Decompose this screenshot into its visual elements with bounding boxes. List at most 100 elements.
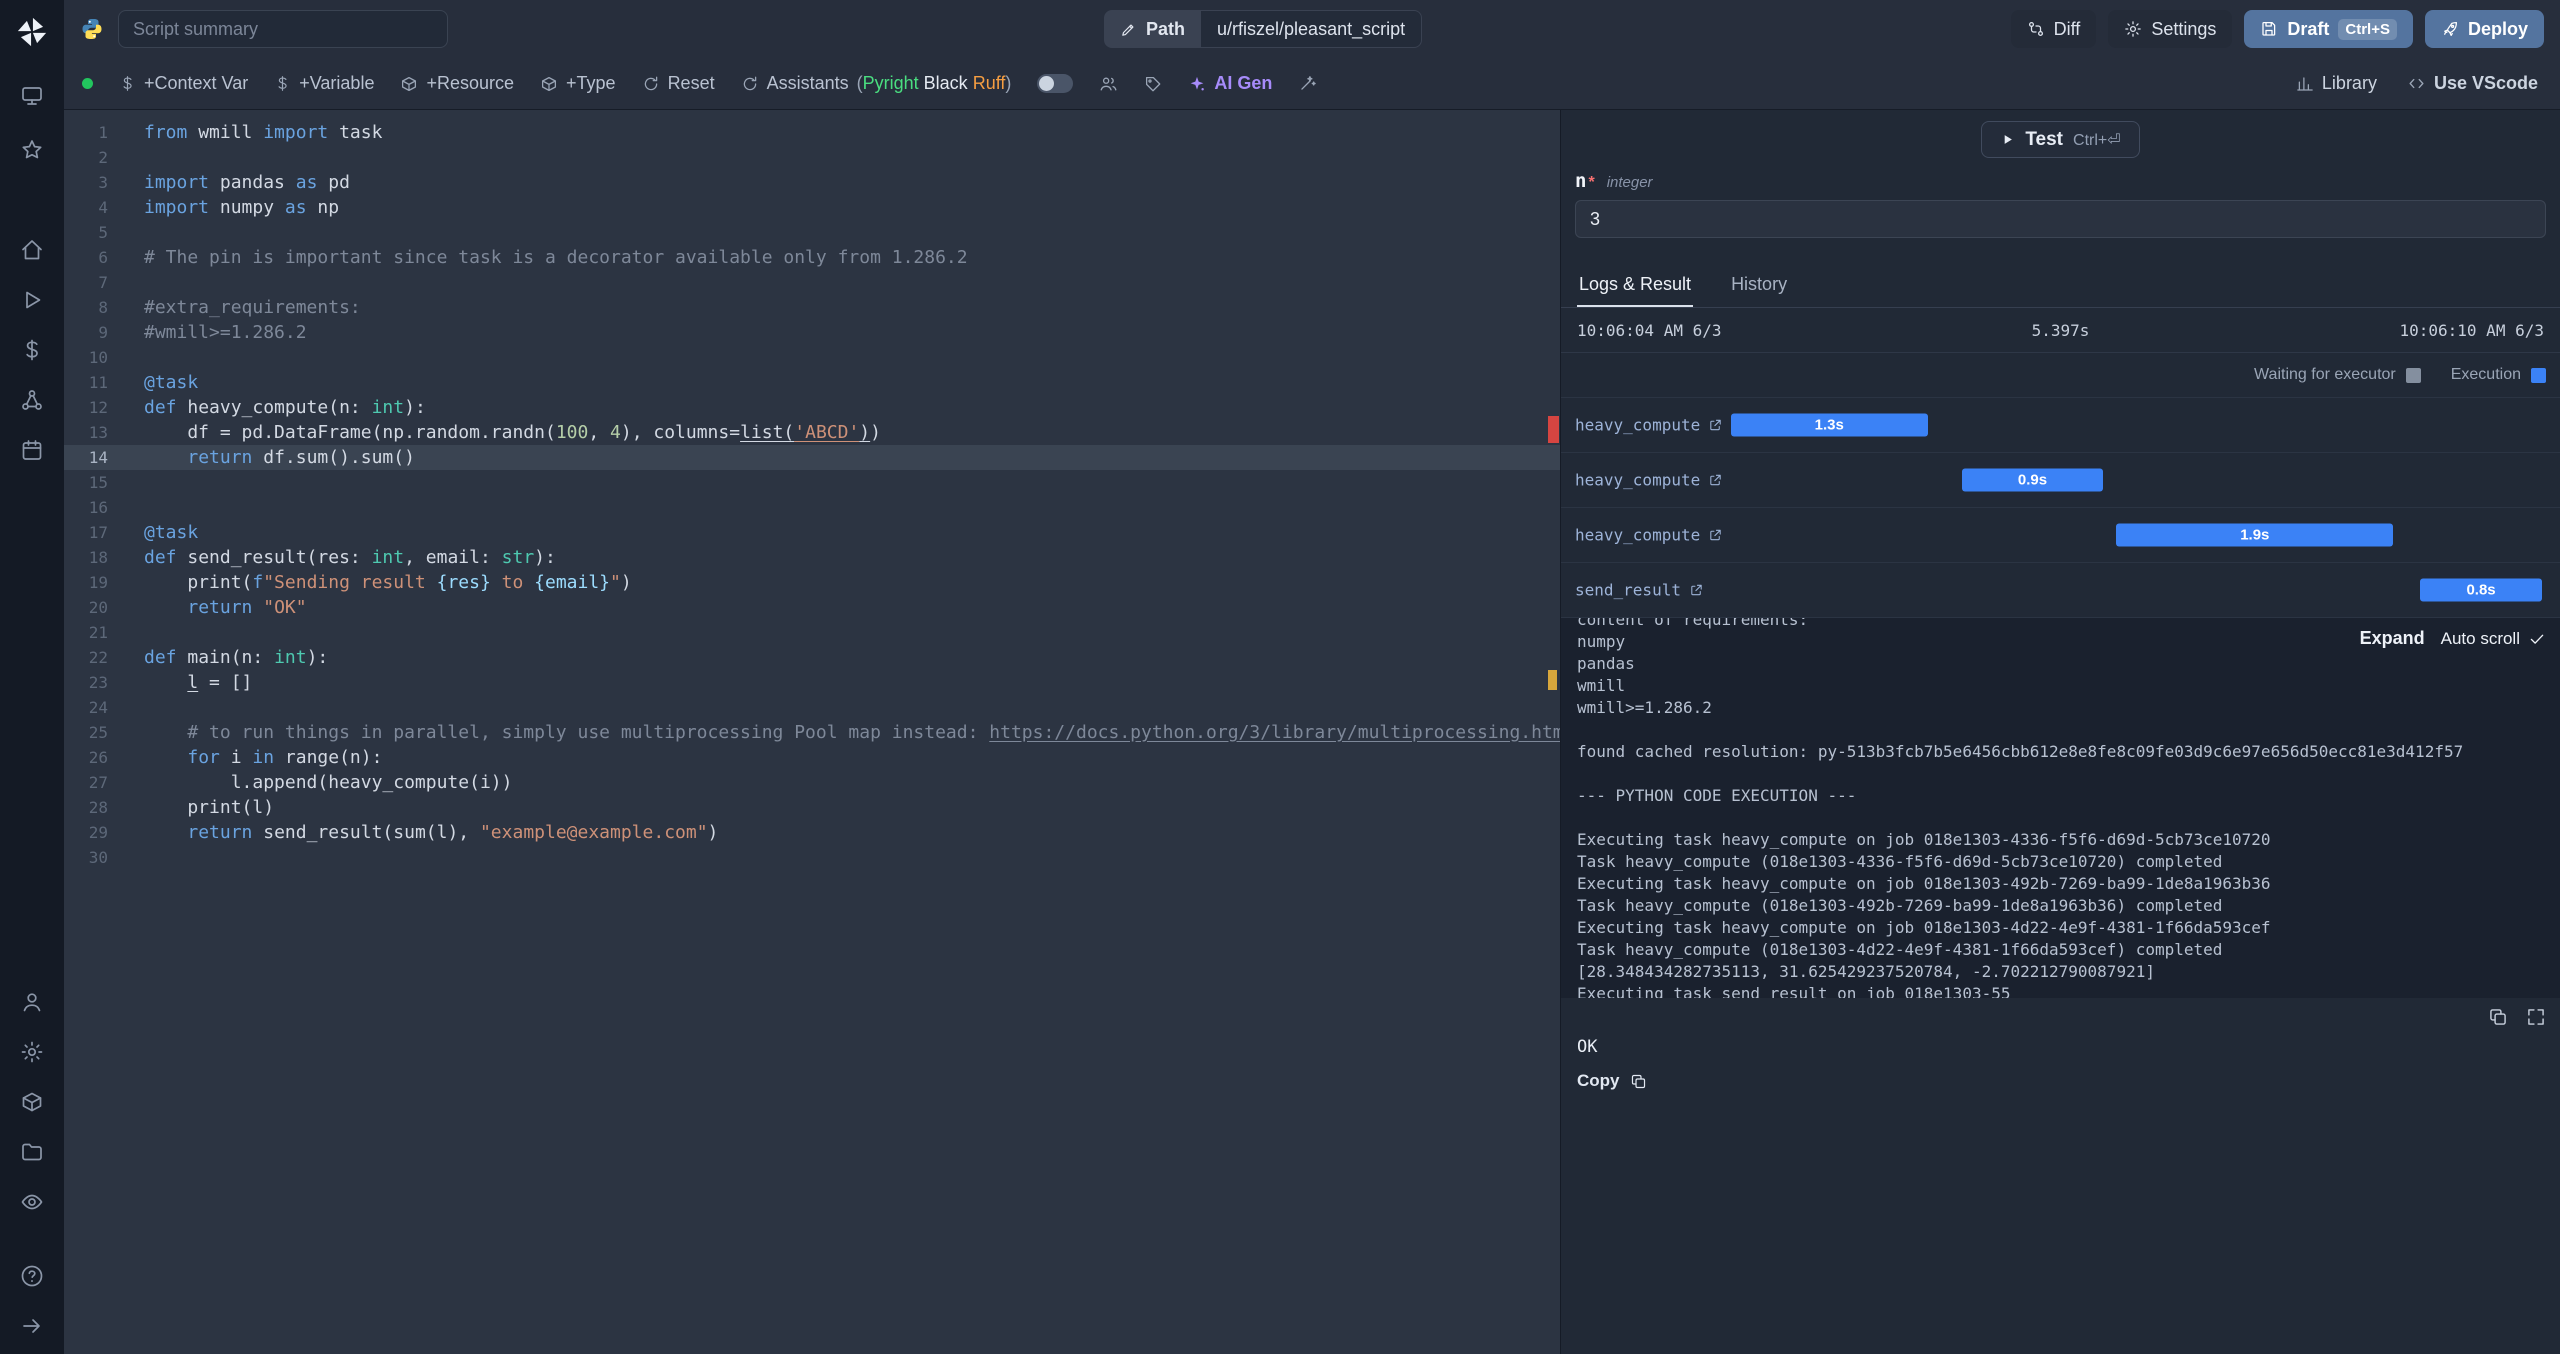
code-line-15[interactable]: 15	[64, 470, 1560, 495]
tab-history[interactable]: History	[1729, 264, 1789, 307]
test-button[interactable]: Test Ctrl+⏎	[1981, 121, 2140, 158]
n-input[interactable]	[1575, 200, 2546, 238]
sidebar-monitor-icon[interactable]	[11, 82, 53, 110]
code-line-26[interactable]: 26 for i in range(n):	[64, 745, 1560, 770]
code-line-10[interactable]: 10	[64, 345, 1560, 370]
fullscreen-icon[interactable]	[2526, 1007, 2546, 1027]
code-line-23[interactable]: 23 l = []	[64, 670, 1560, 695]
gear-icon	[20, 1040, 44, 1064]
code-line-1[interactable]: 1 from wmill import task	[64, 120, 1560, 145]
code-line-3[interactable]: 3 import pandas as pd	[64, 170, 1560, 195]
add-type-button[interactable]: +Type	[540, 73, 616, 94]
collaborators-button[interactable]	[1099, 74, 1118, 93]
code-editor[interactable]: 1 from wmill import task 2 3 import pandas a…	[64, 110, 1561, 1354]
line-number: 13	[88, 423, 108, 442]
sidebar-dollar-icon[interactable]	[11, 336, 53, 364]
sidebar-play-icon[interactable]	[11, 286, 53, 314]
expand-logs-button[interactable]: Expand	[2360, 628, 2425, 649]
code-line-11[interactable]: 11 @task	[64, 370, 1560, 395]
sidebar-folder-icon[interactable]	[11, 1138, 53, 1166]
sidebar-help-icon[interactable]	[11, 1262, 53, 1290]
code-line-24[interactable]: 24	[64, 695, 1560, 720]
code-text: from wmill import task	[144, 122, 383, 143]
sidebar-graph-icon[interactable]	[11, 386, 53, 414]
ai-gen-button[interactable]: AI Gen	[1188, 73, 1272, 94]
code-line-21[interactable]: 21	[64, 620, 1560, 645]
magic-wand-button[interactable]	[1298, 74, 1317, 93]
job-row: heavy_compute 0.9s	[1561, 453, 2560, 508]
add-resource-button[interactable]: +Resource	[400, 73, 514, 94]
job-link[interactable]: heavy_compute	[1575, 416, 1723, 435]
code-line-12[interactable]: 12 def heavy_compute(n: int):	[64, 395, 1560, 420]
diff-button[interactable]: Diff	[2010, 10, 2097, 48]
code-line-14[interactable]: 14 return df.sum().sum()	[64, 445, 1560, 470]
add-variable-label: +Variable	[299, 73, 375, 93]
deploy-button[interactable]: Deploy	[2424, 10, 2544, 48]
code-line-30[interactable]: 30	[64, 845, 1560, 870]
tab-logs-result[interactable]: Logs & Result	[1577, 264, 1693, 307]
add-variable-button[interactable]: +Variable	[274, 73, 374, 94]
line-number: 26	[88, 748, 108, 767]
code-line-17[interactable]: 17 @task	[64, 520, 1560, 545]
sparkle-icon	[1188, 75, 1206, 93]
overview-ruler[interactable]	[1546, 110, 1560, 1354]
sidebar-package-icon[interactable]	[11, 1088, 53, 1116]
diff-label: Diff	[2053, 18, 2081, 39]
dollar-icon	[119, 75, 136, 92]
sidebar-eye-icon[interactable]	[11, 1188, 53, 1216]
sidebar-gear-icon[interactable]	[11, 1038, 53, 1066]
use-vscode-button[interactable]: Use VScode	[2407, 73, 2538, 94]
code-line-13[interactable]: 13 df = pd.DataFrame(np.random.randn(100…	[64, 420, 1560, 445]
code-line-5[interactable]: 5	[64, 220, 1560, 245]
sidebar-arrow-right-icon[interactable]	[11, 1312, 53, 1340]
path-button[interactable]: Path	[1104, 10, 1202, 48]
sidebar-star-icon[interactable]	[11, 136, 53, 164]
sidebar-user-icon[interactable]	[11, 988, 53, 1016]
path-group: Path u/rfiszel/pleasant_script	[1104, 10, 1423, 48]
job-link[interactable]: send_result	[1575, 581, 1704, 600]
code-line-6[interactable]: 6 # The pin is important since task is a …	[64, 245, 1560, 270]
library-button[interactable]: Library	[2296, 73, 2377, 94]
code-line-18[interactable]: 18 def send_result(res: int, email: str):	[64, 545, 1560, 570]
assistants-button[interactable]: Assistants (Pyright Black Ruff)	[741, 73, 1011, 94]
code-line-19[interactable]: 19 print(f"Sending result {res} to {emai…	[64, 570, 1560, 595]
assistant-toggle[interactable]	[1037, 74, 1074, 93]
code-line-7[interactable]: 7	[64, 270, 1560, 295]
copy-logs-icon[interactable]	[2488, 1007, 2508, 1027]
tag-button[interactable]	[1144, 75, 1162, 93]
code-line-27[interactable]: 27 l.append(heavy_compute(i))	[64, 770, 1560, 795]
windmill-logo[interactable]	[11, 14, 53, 50]
code-line-16[interactable]: 16	[64, 495, 1560, 520]
code-line-22[interactable]: 22 def main(n: int):	[64, 645, 1560, 670]
code-line-28[interactable]: 28 print(l)	[64, 795, 1560, 820]
draft-button[interactable]: Draft Ctrl+S	[2244, 10, 2413, 48]
calendar-icon	[20, 438, 44, 462]
autoscroll-toggle[interactable]: Auto scroll	[2441, 629, 2546, 649]
sidebar-calendar-icon[interactable]	[11, 436, 53, 464]
line-number: 17	[88, 523, 108, 542]
reset-button[interactable]: Reset	[642, 73, 715, 94]
job-name: send_result	[1575, 580, 1681, 600]
job-link[interactable]: heavy_compute	[1575, 471, 1723, 490]
sidebar-home-icon[interactable]	[11, 236, 53, 264]
logs-viewer[interactable]: Expand Auto scroll content of requiremen…	[1561, 618, 2560, 998]
script-path[interactable]: u/rfiszel/pleasant_script	[1201, 10, 1423, 48]
job-name: heavy_compute	[1575, 415, 1701, 435]
copy-button[interactable]: Copy	[1577, 1071, 1647, 1091]
settings-label: Settings	[2151, 18, 2217, 39]
code-line-4[interactable]: 4 import numpy as np	[64, 195, 1560, 220]
field-name: n	[1575, 170, 1587, 192]
code-line-2[interactable]: 2	[64, 145, 1560, 170]
job-duration-bar: 1.9s	[2116, 523, 2394, 547]
code-line-25[interactable]: 25 # to run things in parallel, simply u…	[64, 720, 1560, 745]
settings-button[interactable]: Settings	[2108, 10, 2233, 48]
code-line-29[interactable]: 29 return send_result(sum(l), "example@e…	[64, 820, 1560, 845]
script-summary-input[interactable]	[118, 10, 448, 48]
add-context-var-button[interactable]: +Context Var	[119, 73, 248, 94]
code-line-8[interactable]: 8 #extra_requirements:	[64, 295, 1560, 320]
code-line-20[interactable]: 20 return "OK"	[64, 595, 1560, 620]
code-line-9[interactable]: 9 #wmill>=1.286.2	[64, 320, 1560, 345]
job-link[interactable]: heavy_compute	[1575, 526, 1723, 545]
